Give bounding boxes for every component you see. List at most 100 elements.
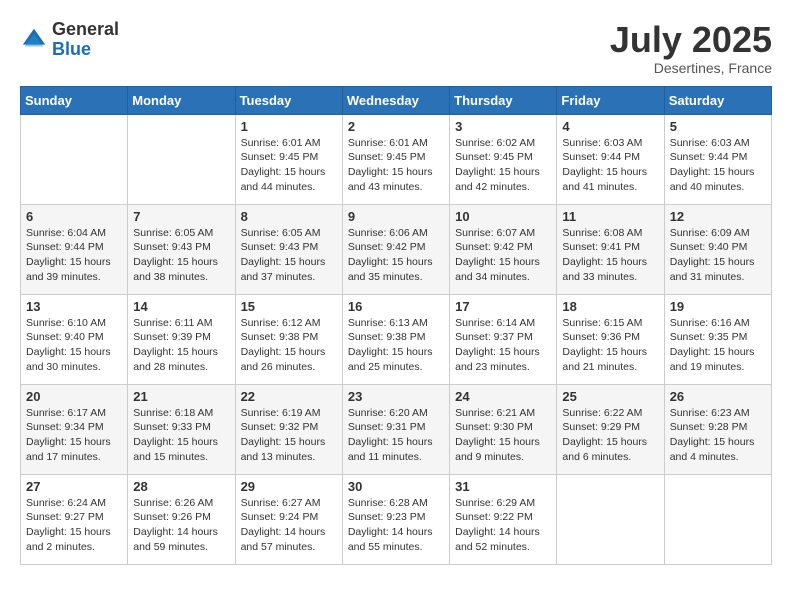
- calendar-cell: 16 Sunrise: 6:13 AM Sunset: 9:38 PM Dayli…: [342, 294, 449, 384]
- day-info: Sunrise: 6:02 AM Sunset: 9:45 PM Dayligh…: [455, 136, 551, 195]
- calendar-cell: 24Sunrise: 6:21 AM Sunset: 9:30 PM Dayli…: [450, 384, 557, 474]
- calendar-cell: 23Sunrise: 6:20 AM Sunset: 9:31 PM Dayli…: [342, 384, 449, 474]
- calendar-cell: 25 Sunrise: 6:22 AM Sunset: 9:29 PM Dayli…: [557, 384, 664, 474]
- calendar-cell: 22 Sunrise: 6:19 AM Sunset: 9:32 PM Dayli…: [235, 384, 342, 474]
- day-info: Sunrise: 6:01 AM Sunset: 9:45 PM Dayligh…: [241, 136, 337, 195]
- day-number: 31: [455, 479, 551, 494]
- calendar-cell: 28 Sunrise: 6:26 AM Sunset: 9:26 PM Dayli…: [128, 474, 235, 564]
- day-number: 15: [241, 299, 337, 314]
- calendar-cell: 8Sunrise: 6:05 AM Sunset: 9:43 PM Daylig…: [235, 204, 342, 294]
- day-info: Sunrise: 6:26 AM Sunset: 9:26 PM Dayligh…: [133, 496, 229, 555]
- day-info: Sunrise: 6:22 AM Sunset: 9:29 PM Dayligh…: [562, 406, 658, 465]
- day-info: Sunrise: 6:20 AM Sunset: 9:31 PM Dayligh…: [348, 406, 444, 465]
- title-block: July 2025 Desertines, France: [610, 20, 772, 76]
- day-info: Sunrise: 6:28 AM Sunset: 9:23 PM Dayligh…: [348, 496, 444, 555]
- calendar-cell: 7 Sunrise: 6:05 AM Sunset: 9:43 PM Daylig…: [128, 204, 235, 294]
- day-number: 20: [26, 389, 122, 404]
- calendar-cell: 31 Sunrise: 6:29 AM Sunset: 9:22 PM Dayli…: [450, 474, 557, 564]
- day-info: Sunrise: 6:11 AM Sunset: 9:39 PM Dayligh…: [133, 316, 229, 375]
- day-info: Sunrise: 6:03 AM Sunset: 9:44 PM Dayligh…: [562, 136, 658, 195]
- day-number: 1: [241, 119, 337, 134]
- calendar-cell: [557, 474, 664, 564]
- day-number: 18: [562, 299, 658, 314]
- day-number: 17: [455, 299, 551, 314]
- day-info: Sunrise: 6:05 AM Sunset: 9:43 PM Dayligh…: [133, 226, 229, 285]
- day-number: 25: [562, 389, 658, 404]
- calendar-cell: [128, 114, 235, 204]
- day-number: 6: [26, 209, 122, 224]
- calendar-cell: 9Sunrise: 6:06 AM Sunset: 9:42 PM Daylig…: [342, 204, 449, 294]
- day-info: Sunrise: 6:14 AM Sunset: 9:37 PM Dayligh…: [455, 316, 551, 375]
- calendar-header-row: SundayMondayTuesdayWednesdayThursdayFrid…: [21, 86, 772, 114]
- day-info: Sunrise: 6:15 AM Sunset: 9:36 PM Dayligh…: [562, 316, 658, 375]
- day-number: 29: [241, 479, 337, 494]
- calendar-cell: 4 Sunrise: 6:03 AM Sunset: 9:44 PM Daylig…: [557, 114, 664, 204]
- calendar-cell: 6 Sunrise: 6:04 AM Sunset: 9:44 PM Daylig…: [21, 204, 128, 294]
- day-number: 3: [455, 119, 551, 134]
- calendar-header-wednesday: Wednesday: [342, 86, 449, 114]
- day-info: Sunrise: 6:24 AM Sunset: 9:27 PM Dayligh…: [26, 496, 122, 555]
- logo-icon: [20, 26, 48, 54]
- calendar-cell: 12Sunrise: 6:09 AM Sunset: 9:40 PM Dayli…: [664, 204, 771, 294]
- calendar-header-friday: Friday: [557, 86, 664, 114]
- day-number: 13: [26, 299, 122, 314]
- calendar-week-1: 1 Sunrise: 6:01 AM Sunset: 9:45 PM Daylig…: [21, 114, 772, 204]
- day-number: 21: [133, 389, 229, 404]
- calendar-cell: 19Sunrise: 6:16 AM Sunset: 9:35 PM Dayli…: [664, 294, 771, 384]
- day-number: 30: [348, 479, 444, 494]
- calendar-header-thursday: Thursday: [450, 86, 557, 114]
- day-info: Sunrise: 6:01 AM Sunset: 9:45 PM Dayligh…: [348, 136, 444, 195]
- day-number: 4: [562, 119, 658, 134]
- calendar-cell: [21, 114, 128, 204]
- day-number: 27: [26, 479, 122, 494]
- day-info: Sunrise: 6:10 AM Sunset: 9:40 PM Dayligh…: [26, 316, 122, 375]
- calendar-cell: 30 Sunrise: 6:28 AM Sunset: 9:23 PM Dayli…: [342, 474, 449, 564]
- calendar-cell: 15 Sunrise: 6:12 AM Sunset: 9:38 PM Dayli…: [235, 294, 342, 384]
- calendar-cell: 27 Sunrise: 6:24 AM Sunset: 9:27 PM Dayli…: [21, 474, 128, 564]
- day-number: 12: [670, 209, 766, 224]
- calendar-cell: 11Sunrise: 6:08 AM Sunset: 9:41 PM Dayli…: [557, 204, 664, 294]
- calendar-header-sunday: Sunday: [21, 86, 128, 114]
- day-info: Sunrise: 6:27 AM Sunset: 9:24 PM Dayligh…: [241, 496, 337, 555]
- calendar-header-tuesday: Tuesday: [235, 86, 342, 114]
- day-number: 19: [670, 299, 766, 314]
- day-info: Sunrise: 6:08 AM Sunset: 9:41 PM Dayligh…: [562, 226, 658, 285]
- location-subtitle: Desertines, France: [610, 60, 772, 76]
- day-info: Sunrise: 6:29 AM Sunset: 9:22 PM Dayligh…: [455, 496, 551, 555]
- calendar-cell: 26Sunrise: 6:23 AM Sunset: 9:28 PM Dayli…: [664, 384, 771, 474]
- day-number: 16: [348, 299, 444, 314]
- calendar-cell: [664, 474, 771, 564]
- calendar-header-monday: Monday: [128, 86, 235, 114]
- calendar-cell: 2 Sunrise: 6:01 AM Sunset: 9:45 PM Daylig…: [342, 114, 449, 204]
- day-number: 7: [133, 209, 229, 224]
- day-number: 22: [241, 389, 337, 404]
- logo-general-text: General: [52, 20, 119, 40]
- calendar-table: SundayMondayTuesdayWednesdayThursdayFrid…: [20, 86, 772, 565]
- calendar-cell: 10Sunrise: 6:07 AM Sunset: 9:42 PM Dayli…: [450, 204, 557, 294]
- day-info: Sunrise: 6:19 AM Sunset: 9:32 PM Dayligh…: [241, 406, 337, 465]
- calendar-cell: 5 Sunrise: 6:03 AM Sunset: 9:44 PM Daylig…: [664, 114, 771, 204]
- day-info: Sunrise: 6:18 AM Sunset: 9:33 PM Dayligh…: [133, 406, 229, 465]
- calendar-cell: 18 Sunrise: 6:15 AM Sunset: 9:36 PM Dayli…: [557, 294, 664, 384]
- day-info: Sunrise: 6:07 AM Sunset: 9:42 PM Dayligh…: [455, 226, 551, 285]
- day-number: 5: [670, 119, 766, 134]
- day-info: Sunrise: 6:17 AM Sunset: 9:34 PM Dayligh…: [26, 406, 122, 465]
- calendar-cell: 17 Sunrise: 6:14 AM Sunset: 9:37 PM Dayli…: [450, 294, 557, 384]
- day-info: Sunrise: 6:03 AM Sunset: 9:44 PM Dayligh…: [670, 136, 766, 195]
- page-header: General Blue July 2025 Desertines, Franc…: [20, 20, 772, 76]
- day-number: 9: [348, 209, 444, 224]
- day-info: Sunrise: 6:13 AM Sunset: 9:38 PM Dayligh…: [348, 316, 444, 375]
- day-info: Sunrise: 6:04 AM Sunset: 9:44 PM Dayligh…: [26, 226, 122, 285]
- calendar-week-5: 27 Sunrise: 6:24 AM Sunset: 9:27 PM Dayli…: [21, 474, 772, 564]
- day-number: 24: [455, 389, 551, 404]
- calendar-week-4: 20 Sunrise: 6:17 AM Sunset: 9:34 PM Dayli…: [21, 384, 772, 474]
- day-number: 8: [241, 209, 337, 224]
- calendar-cell: 1 Sunrise: 6:01 AM Sunset: 9:45 PM Daylig…: [235, 114, 342, 204]
- calendar-cell: 3 Sunrise: 6:02 AM Sunset: 9:45 PM Daylig…: [450, 114, 557, 204]
- day-number: 14: [133, 299, 229, 314]
- day-info: Sunrise: 6:12 AM Sunset: 9:38 PM Dayligh…: [241, 316, 337, 375]
- day-number: 28: [133, 479, 229, 494]
- logo-blue-text: Blue: [52, 40, 119, 60]
- month-title: July 2025: [610, 20, 772, 60]
- day-number: 2: [348, 119, 444, 134]
